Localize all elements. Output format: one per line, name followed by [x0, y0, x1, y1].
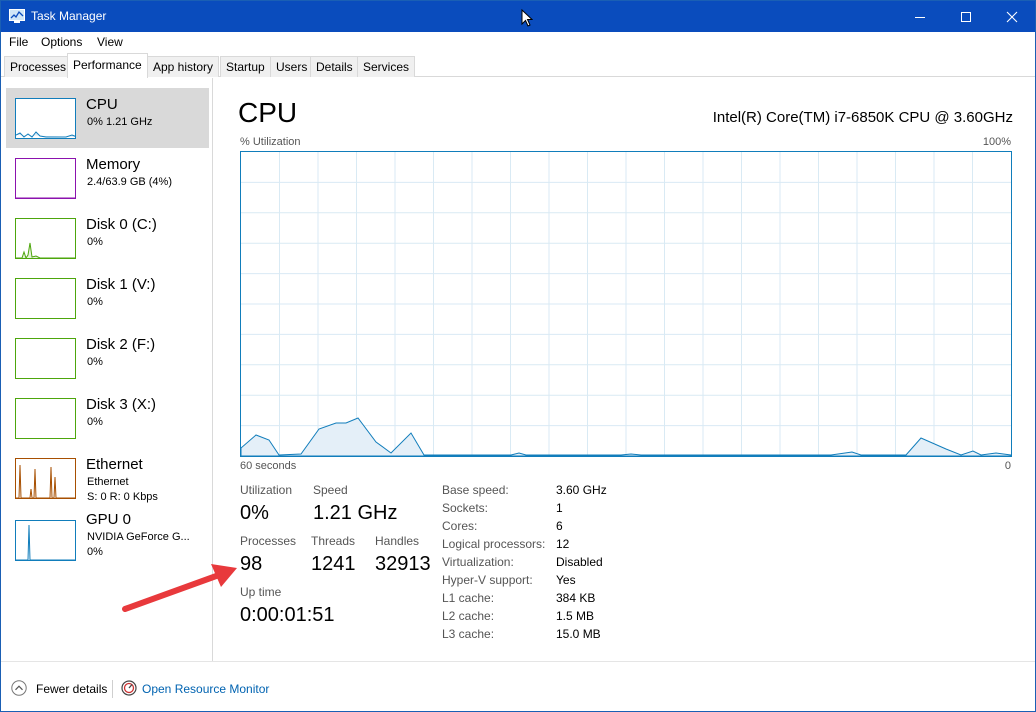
threads-value: 1241 — [311, 553, 356, 575]
utilization-value: 0% — [240, 502, 269, 524]
disk-2-thumbnail-graph — [15, 338, 76, 379]
window-title: Task Manager — [31, 9, 107, 23]
graph-y-label: % Utilization — [240, 136, 301, 148]
ethernet-thumbnail-graph — [15, 458, 76, 499]
sidebar-item-memory[interactable]: Memory 2.4/63.9 GB (4%) — [6, 148, 209, 208]
cpu-model-name: Intel(R) Core(TM) i7-6850K CPU @ 3.60GHz — [712, 109, 1013, 126]
memory-thumbnail-graph — [15, 158, 76, 199]
page-title: CPU — [238, 97, 298, 128]
speed-value: 1.21 GHz — [313, 502, 398, 524]
cpu-utilization-graph — [240, 151, 1012, 457]
sidebar-item-throughput: S: 0 R: 0 Kbps — [87, 491, 158, 503]
spec-label: L3 cache: — [442, 627, 495, 641]
sidebar-item-detail: 0% — [87, 416, 103, 428]
tab-performance[interactable]: Performance — [67, 53, 148, 78]
spec-value: 1.5 MB — [556, 609, 595, 623]
annotation-arrow-icon — [119, 561, 241, 620]
speed-label: Speed — [313, 483, 348, 497]
close-button[interactable] — [989, 1, 1035, 32]
task-manager-window: Task Manager File Options View Processes… — [0, 0, 1036, 712]
spec-label: L2 cache: — [442, 609, 495, 623]
cpu-thumbnail-graph — [15, 98, 76, 139]
menu-view[interactable]: View — [97, 35, 123, 49]
footer-bar: Fewer details Open Resource Monitor — [1, 661, 1035, 711]
sidebar-item-cpu[interactable]: CPU 0% 1.21 GHz — [6, 88, 209, 148]
spec-label: Base speed: — [442, 483, 509, 497]
spec-value: 3.60 GHz — [556, 483, 607, 497]
spec-label: L1 cache: — [442, 591, 495, 605]
tab-app-history[interactable]: App history — [147, 56, 220, 77]
tab-users[interactable]: Users — [270, 56, 314, 77]
sidebar-item-detail: 0% — [87, 356, 103, 368]
sidebar-item-name: GPU 0 — [86, 511, 132, 528]
sidebar-item-detail: 0% 1.21 GHz — [87, 116, 153, 128]
menu-options[interactable]: Options — [41, 35, 82, 49]
sidebar-item-name: Disk 0 (C:) — [86, 216, 157, 233]
sidebar-item-disk-2[interactable]: Disk 2 (F:) 0% — [6, 328, 209, 388]
sidebar-item-name: Memory — [86, 156, 141, 173]
tab-details[interactable]: Details — [310, 56, 359, 77]
spec-label: Hyper-V support: — [442, 573, 533, 587]
spec-value: 12 — [556, 537, 570, 551]
processes-label: Processes — [240, 534, 297, 548]
spec-value: Disabled — [556, 555, 603, 569]
maximize-button[interactable] — [943, 1, 989, 32]
graph-y-min: 0 — [1004, 460, 1011, 472]
open-resource-monitor-link[interactable]: Open Resource Monitor — [142, 682, 269, 696]
menu-file[interactable]: File — [9, 35, 28, 49]
sidebar-item-name: Disk 1 (V:) — [86, 276, 156, 293]
uptime-label: Up time — [240, 585, 282, 599]
disk-3-thumbnail-graph — [15, 398, 76, 439]
menu-bar: File Options View — [1, 32, 1035, 52]
sidebar-item-disk-0[interactable]: Disk 0 (C:) 0% — [6, 208, 209, 268]
graph-y-max: 100% — [982, 136, 1011, 148]
sidebar-item-gpu-0[interactable]: GPU 0 NVIDIA GeForce G... 0% — [6, 508, 209, 568]
chevron-up-circle-icon[interactable] — [11, 680, 27, 696]
fewer-details-button[interactable]: Fewer details — [36, 682, 107, 696]
sidebar-item-disk-3[interactable]: Disk 3 (X:) 0% — [6, 388, 209, 448]
resource-monitor-icon[interactable] — [121, 680, 137, 696]
handles-value: 32913 — [375, 553, 431, 575]
spec-value: 6 — [556, 519, 563, 533]
graph-time-span: 60 seconds — [240, 460, 297, 472]
sidebar-item-detail: 2.4/63.9 GB (4%) — [87, 176, 172, 188]
sidebar-item-disk-1[interactable]: Disk 1 (V:) 0% — [6, 268, 209, 328]
tab-services[interactable]: Services — [357, 56, 416, 77]
spec-value: 1 — [556, 501, 563, 515]
minimize-button[interactable] — [897, 1, 943, 32]
tab-processes[interactable]: Processes — [4, 56, 73, 77]
uptime-value: 0:00:01:51 — [240, 604, 335, 626]
sidebar-item-name: Ethernet — [86, 456, 143, 473]
utilization-label: Utilization — [240, 483, 293, 497]
tab-bar: Processes Performance App history Startu… — [1, 52, 1035, 78]
spec-label: Logical processors: — [442, 537, 546, 551]
title-bar[interactable]: Task Manager — [1, 1, 1035, 32]
sidebar-item-usage: 0% — [87, 546, 103, 558]
tab-startup[interactable]: Startup — [220, 56, 271, 77]
sidebar-item-ethernet[interactable]: Ethernet Ethernet S: 0 R: 0 Kbps — [6, 448, 209, 508]
sidebar-item-detail: 0% — [87, 236, 103, 248]
sidebar-item-detail: Ethernet — [87, 476, 129, 488]
processes-value: 98 — [240, 553, 263, 575]
mouse-cursor-icon — [521, 8, 534, 30]
spec-label: Cores: — [442, 519, 478, 533]
handles-label: Handles — [375, 534, 420, 548]
spec-value: 15.0 MB — [556, 627, 601, 641]
spec-label: Virtualization: — [442, 555, 514, 569]
sidebar-item-detail: NVIDIA GeForce G... — [87, 531, 190, 543]
gpu-0-thumbnail-graph — [15, 520, 76, 561]
sidebar-item-name: Disk 3 (X:) — [86, 396, 157, 413]
sidebar-item-detail: 0% — [87, 296, 103, 308]
disk-0-thumbnail-graph — [15, 218, 76, 259]
spec-value: 384 KB — [556, 591, 596, 605]
footer-divider — [112, 680, 113, 698]
sidebar-item-name: Disk 2 (F:) — [86, 336, 156, 353]
disk-1-thumbnail-graph — [15, 278, 76, 319]
spec-value: Yes — [556, 573, 576, 587]
spec-label: Sockets: — [442, 501, 489, 515]
task-manager-icon — [9, 9, 25, 23]
sidebar-item-name: CPU — [86, 96, 118, 113]
threads-label: Threads — [311, 534, 356, 548]
